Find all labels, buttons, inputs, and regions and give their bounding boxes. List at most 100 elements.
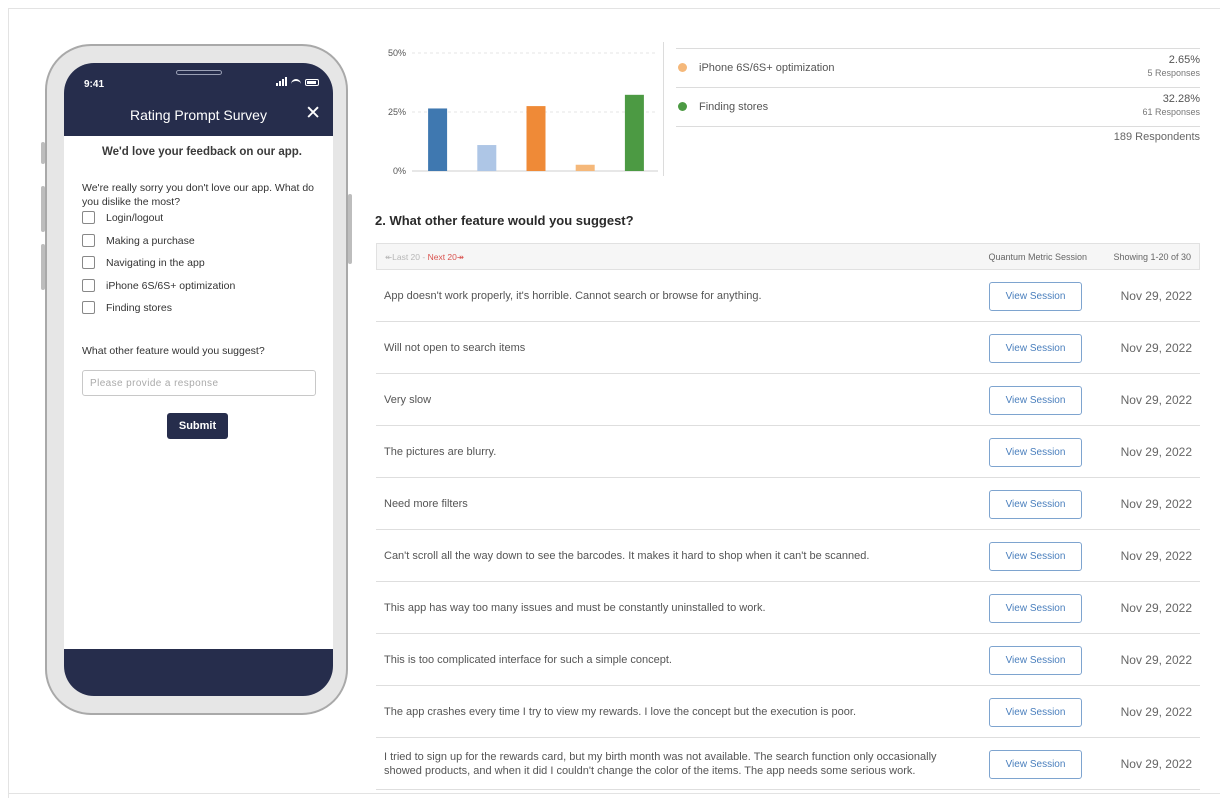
survey-subtitle: We'd love your feedback on our app. (102, 146, 302, 158)
chart-bar[interactable] (428, 108, 448, 171)
checkbox[interactable] (82, 301, 95, 314)
response-text: The app crashes every time I try to view… (384, 705, 857, 718)
response-text: Will not open to search items (384, 341, 526, 354)
chart-bar[interactable] (624, 94, 644, 171)
y-tick-label: 50% (388, 48, 406, 58)
view-session-button[interactable]: View Session (989, 386, 1082, 415)
page-frame-bottom (8, 793, 1220, 794)
option-login-logout[interactable]: Login/logout (82, 211, 163, 224)
phone-mute-switch (41, 142, 45, 164)
survey-header: 9:41 Rating Prompt Survey ✕ (64, 63, 333, 136)
checkbox[interactable] (82, 211, 95, 224)
phone-power-button (348, 194, 352, 264)
legend-percent: 2.65% (1168, 54, 1200, 66)
chart-bar[interactable] (526, 106, 546, 171)
view-session-button[interactable]: View Session (989, 594, 1082, 623)
wifi-icon (291, 79, 301, 86)
legend-row-finding-stores: Finding stores 32.28% 61 Responses (676, 87, 1200, 126)
phone-volume-down (41, 244, 45, 290)
survey-title: Rating Prompt Survey (130, 107, 267, 123)
status-time: 9:41 (84, 79, 105, 90)
response-date: Nov 29, 2022 (1120, 600, 1192, 615)
phone-volume-up (41, 186, 45, 232)
response-date: Nov 29, 2022 (1120, 340, 1192, 355)
chart-bar[interactable] (477, 145, 497, 171)
view-session-button[interactable]: View Session (989, 750, 1082, 779)
checkbox[interactable] (82, 234, 95, 247)
response-date: Nov 29, 2022 (1120, 548, 1192, 563)
showing-count: Showing 1-20 of 30 (1113, 252, 1191, 262)
view-session-button[interactable]: View Session (989, 646, 1082, 675)
option-iphone-optimization[interactable]: iPhone 6S/6S+ optimization (82, 279, 235, 292)
response-text: I tried to sign up for the rewards card,… (384, 750, 937, 777)
table-row: Will not open to search items View Sessi… (376, 322, 1200, 374)
option-making-purchase[interactable]: Making a purchase (82, 234, 195, 247)
option-label: Finding stores (106, 301, 172, 314)
response-date: Nov 29, 2022 (1120, 444, 1192, 459)
view-session-button[interactable]: View Session (989, 490, 1082, 519)
response-date: Nov 29, 2022 (1120, 392, 1192, 407)
phone-speaker (176, 70, 222, 75)
table-row: Can't scroll all the way down to see the… (376, 530, 1200, 582)
page-frame-left (8, 8, 9, 798)
table-row: The app crashes every time I try to view… (376, 686, 1200, 738)
legend-responses: 5 Responses (1147, 68, 1200, 78)
phone-screen: 9:41 Rating Prompt Survey ✕ We'd love yo… (64, 63, 333, 696)
view-session-button[interactable]: View Session (989, 542, 1082, 571)
table-row: Very slow View Session Nov 29, 2022 (376, 374, 1200, 426)
status-icons (276, 77, 319, 86)
page-frame-top (8, 8, 1220, 9)
legend-responses: 61 Responses (1142, 107, 1200, 117)
close-icon[interactable]: ✕ (305, 104, 321, 123)
y-tick-label: 0% (393, 166, 406, 176)
column-header-session: Quantum Metric Session (988, 252, 1087, 262)
battery-icon (305, 79, 319, 86)
results-bar-chart: 50% 25% 0% (388, 48, 658, 176)
legend-divider (676, 126, 1200, 127)
response-text: This app has way too many issues and mus… (384, 601, 766, 614)
response-text: Need more filters (384, 497, 468, 510)
view-session-button[interactable]: View Session (989, 438, 1082, 467)
response-date: Nov 29, 2022 (1120, 756, 1192, 771)
view-session-button[interactable]: View Session (989, 698, 1082, 727)
survey-question: We're really sorry you don't love our ap… (82, 182, 315, 208)
next-20-link[interactable]: Next 20↠ (428, 252, 464, 262)
view-session-button[interactable]: View Session (989, 282, 1082, 311)
checkbox[interactable] (82, 279, 95, 292)
table-row: The pictures are blurry. View Session No… (376, 426, 1200, 478)
response-text: Can't scroll all the way down to see the… (384, 549, 870, 562)
respondent-count: 189 Respondents (1113, 131, 1200, 143)
response-input[interactable] (82, 370, 316, 396)
option-finding-stores[interactable]: Finding stores (82, 301, 172, 314)
legend-dot (678, 102, 687, 111)
submit-button[interactable]: Submit (167, 413, 228, 439)
table-row: Need more filters View Session Nov 29, 2… (376, 478, 1200, 530)
chart-bar[interactable] (575, 164, 595, 171)
question-2-title: 2. What other feature would you suggest? (375, 213, 634, 228)
last-20-link[interactable]: ↞Last 20 (385, 252, 420, 262)
option-label: Making a purchase (106, 234, 195, 247)
table-row: I tried to sign up for the rewards card,… (376, 738, 1200, 790)
response-text: Very slow (384, 393, 432, 406)
table-row: This app has way too many issues and mus… (376, 582, 1200, 634)
pagination: ↞Last 20 - Next 20↠ (385, 252, 464, 263)
response-date: Nov 29, 2022 (1120, 288, 1192, 303)
option-label: Login/logout (106, 211, 164, 224)
table-row: App doesn't work properly, it's horrible… (376, 270, 1200, 322)
option-label: iPhone 6S/6S+ optimization (106, 279, 236, 292)
response-date: Nov 29, 2022 (1120, 652, 1192, 667)
pager-separator: - (420, 252, 428, 262)
phone-mockup: 9:41 Rating Prompt Survey ✕ We'd love yo… (41, 44, 352, 715)
signal-icon (276, 77, 287, 86)
legend-label: iPhone 6S/6S+ optimization (699, 62, 835, 74)
view-session-button[interactable]: View Session (989, 334, 1082, 363)
response-text: The pictures are blurry. (384, 445, 497, 458)
legend-label: Finding stores (699, 101, 769, 113)
legend-percent: 32.28% (1162, 93, 1200, 105)
legend-dot (678, 63, 687, 72)
table-row: This is too complicated interface for su… (376, 634, 1200, 686)
chart-divider (663, 42, 664, 176)
option-navigating[interactable]: Navigating in the app (82, 256, 205, 269)
checkbox[interactable] (82, 256, 95, 269)
option-label: Navigating in the app (106, 256, 205, 269)
